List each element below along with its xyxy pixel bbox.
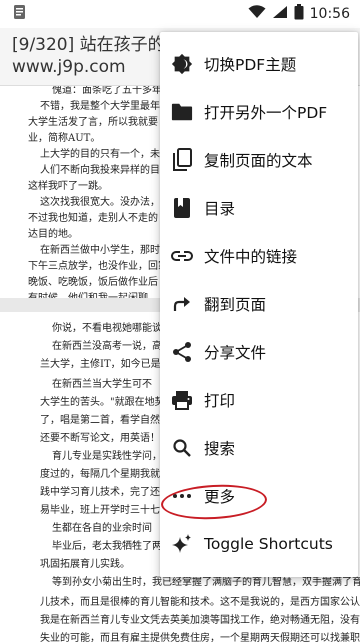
status-time: 10:56 bbox=[309, 6, 350, 22]
status-bar: 10:56 bbox=[0, 0, 360, 28]
menu-item-label: Toggle Shortcuts bbox=[204, 535, 333, 553]
page-text-line: 儿技术，而且是很棒的育儿智能和技术。这不是我说的，是西方国家公认的， bbox=[40, 597, 360, 608]
signal-icon bbox=[272, 5, 288, 23]
sparkle-icon bbox=[170, 532, 194, 556]
theme-icon bbox=[170, 52, 194, 76]
page-text-line: 践中学习育儿技术，完了还 bbox=[40, 487, 160, 498]
page-text-line: 有时候，他们和我一起闲聊， bbox=[28, 290, 158, 298]
wifi-icon bbox=[248, 5, 266, 23]
menu-item-label: 目录 bbox=[204, 200, 236, 218]
page-text-line: 大学生的苦头。"就跟在地契 bbox=[40, 397, 165, 408]
menu-item-open-pdf[interactable]: 打开另外一个PDF bbox=[160, 88, 358, 136]
page-text-line: 在新西兰当大学生可不 bbox=[52, 379, 152, 390]
menu-item-label: 打开另外一个PDF bbox=[204, 104, 328, 122]
share-icon bbox=[170, 340, 194, 364]
menu-item-toggle-shortcuts[interactable]: Toggle Shortcuts bbox=[160, 520, 358, 568]
link-icon bbox=[170, 244, 194, 268]
page-text-line: 生都在各自的业余时间 bbox=[52, 523, 152, 534]
menu-item-label: 翻到页面 bbox=[204, 296, 267, 314]
menu-item-links[interactable]: 文件中的链接 bbox=[160, 232, 358, 280]
menu-item-share[interactable]: 分享文件 bbox=[160, 328, 358, 376]
menu-item-label: 搜索 bbox=[204, 440, 236, 458]
search-icon bbox=[170, 436, 194, 460]
menu-item-label: 切换PDF主题 bbox=[204, 56, 297, 74]
page-text-line: 巩固拓展育儿实践。 bbox=[40, 559, 130, 570]
redo-arrow-icon bbox=[170, 292, 194, 316]
menu-item-goto-page[interactable]: 翻到页面 bbox=[160, 280, 358, 328]
page-text-line: 易毕业，班上开学时三十七名 bbox=[40, 505, 170, 516]
page-text-line: 了，唱是第二首，看学自然 bbox=[40, 415, 160, 426]
menu-item-copy-text[interactable]: 复制页面的文本 bbox=[160, 136, 358, 184]
page-text-line: 度过的，每隔几个星期我就 bbox=[40, 469, 160, 480]
menu-item-label: 复制页面的文本 bbox=[204, 152, 313, 170]
page-text-line: 在新西兰没高考一说，高中 bbox=[52, 341, 172, 352]
menu-item-table-of-contents[interactable]: 目录 bbox=[160, 184, 358, 232]
page-text-line: 我是在新西兰育儿专业文凭去英美加澳等国找工作，绝对畅通无阻，没有 bbox=[40, 615, 360, 626]
menu-item-label: 分享文件 bbox=[204, 344, 267, 362]
folder-icon bbox=[170, 100, 194, 124]
page-text-line: 毕业后，老太我牺牲了两 bbox=[52, 541, 162, 552]
menu-item-print[interactable]: 打印 bbox=[160, 376, 358, 424]
menu-item-label: 打印 bbox=[204, 392, 236, 410]
page-text-line: 育儿专业是实践性学问， bbox=[52, 451, 162, 462]
page-text-line: 还要不断写论文，用英语！你 bbox=[40, 433, 170, 444]
menu-item-switch-theme[interactable]: 切换PDF主题 bbox=[160, 40, 358, 88]
book-icon bbox=[170, 196, 194, 220]
print-icon bbox=[170, 388, 194, 412]
menu-item-search[interactable]: 搜索 bbox=[160, 424, 358, 472]
copy-icon bbox=[170, 148, 194, 172]
menu-item-label: 文件中的链接 bbox=[204, 248, 298, 266]
battery-icon bbox=[294, 4, 304, 24]
page-text-line: 失业的可能，而且有雇主提供免费住房，一个星期两天假期还可以找兼职挣 bbox=[40, 633, 360, 642]
page-text-line: 你说，不看电视她哪能谈 bbox=[52, 323, 162, 334]
app-notification-icon bbox=[12, 4, 28, 24]
